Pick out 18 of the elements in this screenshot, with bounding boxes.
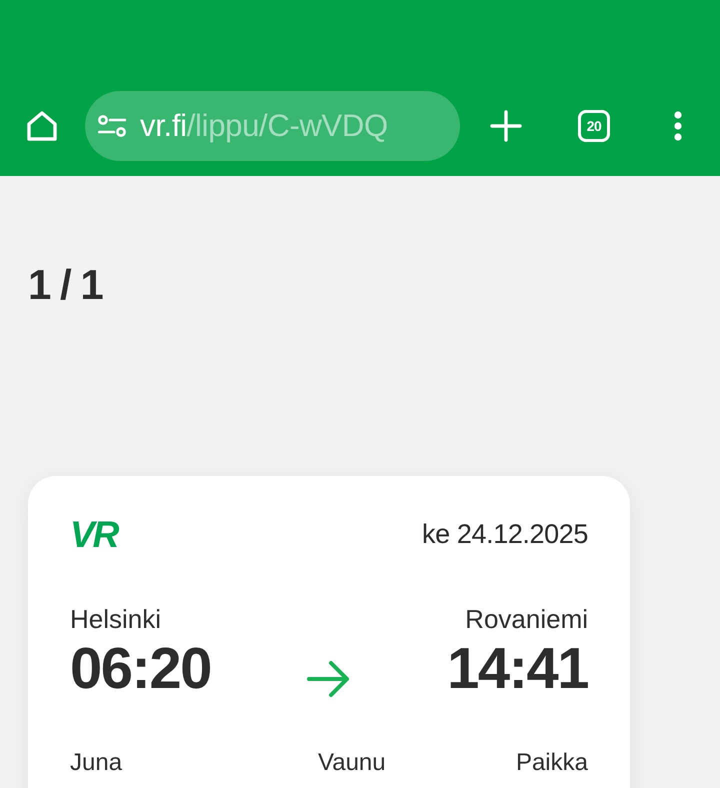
address-bar[interactable]: vr.fi/lippu/C-wVDQ — [85, 91, 460, 161]
menu-icon[interactable] — [674, 111, 682, 141]
departure-time: 06:20 — [70, 640, 211, 698]
departure-station: Helsinki — [70, 605, 162, 634]
page-counter: 1 / 1 — [28, 264, 102, 306]
vr-logo: VR — [70, 516, 118, 553]
url-text: vr.fi/lippu/C-wVDQ — [140, 108, 388, 144]
detail-label: Juna — [70, 750, 122, 776]
travel-date: ke 24.12.2025 — [422, 520, 588, 550]
tab-count-button[interactable]: 20 — [578, 110, 610, 142]
arrival-time: 14:41 — [447, 640, 588, 698]
arrival-station: Rovaniemi — [465, 605, 588, 634]
detail-label: Vaunu — [318, 750, 386, 776]
site-settings-icon[interactable] — [98, 114, 126, 138]
new-tab-icon[interactable] — [490, 110, 522, 142]
detail-label: Paikka — [516, 750, 588, 776]
arrow-right-icon — [307, 660, 351, 698]
home-icon[interactable] — [25, 109, 59, 143]
